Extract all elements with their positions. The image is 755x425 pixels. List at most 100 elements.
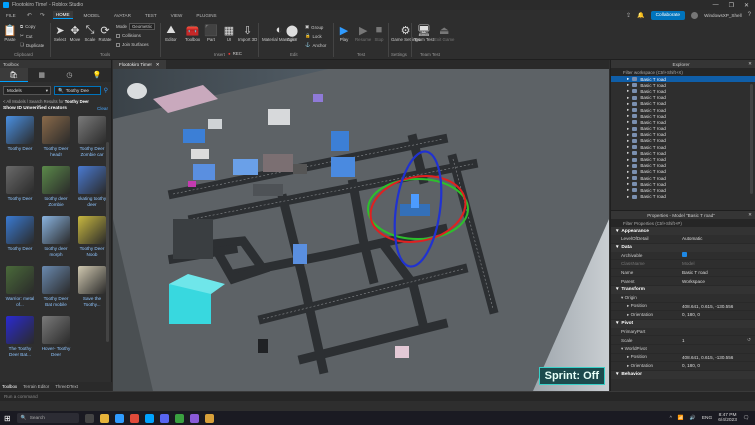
toolbox-result-item[interactable]: Toothy Deer Noob: [76, 216, 108, 263]
toolbox-result-item[interactable]: The Toothy Deer Bat...: [4, 316, 36, 363]
section-appearance[interactable]: ▾ Appearance: [611, 227, 755, 235]
scale-button[interactable]: ⤡ Scale: [83, 23, 97, 43]
app-icon[interactable]: [204, 413, 214, 423]
app-icon[interactable]: [174, 413, 184, 423]
chevron-right-icon[interactable]: ▸: [627, 119, 629, 125]
toolbox-result-item[interactable]: Warrior: metal of...: [4, 266, 36, 313]
minimize-button[interactable]: —: [713, 2, 719, 9]
play-button[interactable]: ▶ Play: [337, 23, 351, 43]
property-row[interactable]: LevelOfDetail Automatic: [611, 235, 755, 244]
stop-button[interactable]: ■ Stop: [372, 23, 386, 42]
chevron-right-icon[interactable]: ▸: [627, 113, 629, 119]
toolbox-result-item[interactable]: Toothy Deer: [4, 166, 36, 213]
edge-icon[interactable]: [114, 413, 124, 423]
property-row[interactable]: ▾ Origin: [611, 294, 755, 303]
chevron-right-icon[interactable]: ▸: [627, 194, 629, 200]
property-row[interactable]: ▸ Position 408.641, 0.615, -130.556: [611, 303, 755, 312]
resume-button[interactable]: ▶ Resume: [355, 23, 371, 43]
toolbox-button[interactable]: 🧰 Toolbox: [185, 23, 200, 43]
discord-icon[interactable]: [159, 413, 169, 423]
toolbox-result-item[interactable]: Toothy Deer: [4, 216, 36, 263]
task-view-icon[interactable]: [84, 413, 94, 423]
chevron-right-icon[interactable]: ▸: [627, 101, 629, 107]
paste-button[interactable]: 📋 Paste: [3, 23, 17, 43]
tab-terrain-editor[interactable]: Terrain Editor: [23, 384, 49, 389]
user-name[interactable]: WindowsXP_Shell: [704, 13, 742, 18]
redo-icon[interactable]: ↷: [40, 12, 45, 19]
chevron-right-icon[interactable]: ▸: [627, 107, 629, 113]
duplicate-button[interactable]: ❏ Duplicate: [20, 42, 44, 48]
command-bar-input[interactable]: Run a command: [0, 391, 755, 401]
chevron-right-icon[interactable]: ▸: [627, 150, 629, 156]
tab-view[interactable]: VIEW: [168, 12, 186, 19]
roblox-studio-icon[interactable]: [144, 413, 154, 423]
section-behavior[interactable]: ▾ Behavior: [611, 370, 755, 379]
copy-button[interactable]: ⧉ Copy: [20, 24, 35, 29]
collisions-toggle[interactable]: Collisions: [116, 33, 141, 38]
maximize-button[interactable]: ❐: [729, 2, 734, 9]
chevron-right-icon[interactable]: ▸: [627, 144, 629, 150]
close-icon[interactable]: ✕: [748, 61, 752, 67]
explorer-scrollbar[interactable]: [750, 84, 753, 194]
anchor-button[interactable]: ⚓ Anchor: [305, 42, 326, 48]
chevron-right-icon[interactable]: ▸: [627, 82, 629, 88]
mode-dropdown[interactable]: Mode Geometric: [116, 23, 156, 30]
property-row[interactable]: Scale 1 ↺: [611, 336, 755, 345]
chevron-right-icon[interactable]: ▸: [627, 138, 629, 144]
tab-home[interactable]: HOME: [52, 11, 73, 19]
property-row[interactable]: ▸ Position 408.641, 0.615, -130.556: [611, 354, 755, 363]
windows-start-icon[interactable]: ⊞: [4, 414, 11, 423]
tab-marketplace[interactable]: ▦: [28, 68, 56, 82]
color-button[interactable]: ⬤ Color: [285, 23, 299, 43]
tab-game-place[interactable]: Flootokiro Time! ✕: [113, 60, 166, 69]
undo-icon[interactable]: ↶: [27, 12, 32, 19]
close-icon[interactable]: ✕: [748, 212, 752, 218]
wifi-icon[interactable]: 📶: [678, 416, 684, 421]
move-button[interactable]: ✥ Move: [68, 23, 82, 43]
property-row[interactable]: PrimaryPart: [611, 328, 755, 337]
property-row[interactable]: ▾ WorldPivot: [611, 345, 755, 354]
close-button[interactable]: ✕: [744, 2, 749, 9]
toolbox-result-item[interactable]: Hover- Toothy Deer: [40, 316, 72, 363]
chevron-right-icon[interactable]: ▸: [627, 163, 629, 169]
property-row[interactable]: ▸ Orientation 0, 180, 0: [611, 311, 755, 320]
toolbox-result-item[interactable]: toothy deer morph: [40, 216, 72, 263]
chevron-right-icon[interactable]: ▸: [627, 175, 629, 181]
taskbar-search[interactable]: 🔍 Search: [16, 413, 79, 423]
filter-icon[interactable]: ⚲: [104, 87, 108, 94]
tab-recent[interactable]: ◷: [56, 68, 84, 82]
chrome-icon[interactable]: [129, 413, 139, 423]
team-test-button[interactable]: 🖥 Team Test: [414, 23, 434, 43]
category-dropdown[interactable]: Models ▾: [3, 86, 51, 95]
terrain-editor-button[interactable]: ⛰ Editor: [164, 23, 178, 43]
volume-icon[interactable]: 🔊: [690, 416, 696, 421]
reset-icon[interactable]: ↺: [747, 337, 755, 343]
chevron-up-icon[interactable]: ^: [670, 416, 672, 421]
notifications-icon[interactable]: 🗨: [743, 416, 749, 421]
properties-filter-input[interactable]: Filter Properties (Ctrl+Shift+P): [611, 219, 755, 227]
toolbox-scrollbar[interactable]: [106, 142, 109, 342]
file-explorer-icon[interactable]: [99, 413, 109, 423]
property-row[interactable]: Archivable: [611, 252, 755, 261]
notification-icon[interactable]: 🔔: [637, 12, 644, 19]
part-button[interactable]: ⬛ Part: [204, 23, 218, 43]
tab-test[interactable]: TEST: [142, 12, 160, 19]
chevron-right-icon[interactable]: ▸: [627, 95, 629, 101]
chevron-right-icon[interactable]: ▸: [627, 187, 629, 193]
file-menu[interactable]: FILE: [3, 12, 19, 19]
help-icon[interactable]: ?: [748, 12, 751, 18]
record-button[interactable]: ● REC: [228, 51, 242, 56]
language-indicator[interactable]: ENG: [702, 416, 712, 421]
tab-inventory[interactable]: 🛍: [0, 68, 28, 82]
3d-viewport[interactable]: Sprint: Off: [113, 69, 609, 391]
ui-button[interactable]: ▦ UI: [222, 23, 236, 43]
explorer-tree-row[interactable]: ▸ Basic T road: [611, 194, 755, 200]
join-surfaces-toggle[interactable]: Join Surfaces: [116, 42, 149, 47]
property-row[interactable]: Parent Workspace: [611, 277, 755, 286]
tab-avatar[interactable]: AVATAR: [111, 12, 134, 19]
clock[interactable]: 8:47 PM 6/4/2023: [718, 413, 737, 424]
tab-creations[interactable]: 💡: [83, 68, 111, 82]
toolbox-result-item[interactable]: Save the Toothy...: [76, 266, 108, 313]
chevron-right-icon[interactable]: ▸: [627, 126, 629, 132]
tab-model[interactable]: MODEL: [81, 12, 103, 19]
